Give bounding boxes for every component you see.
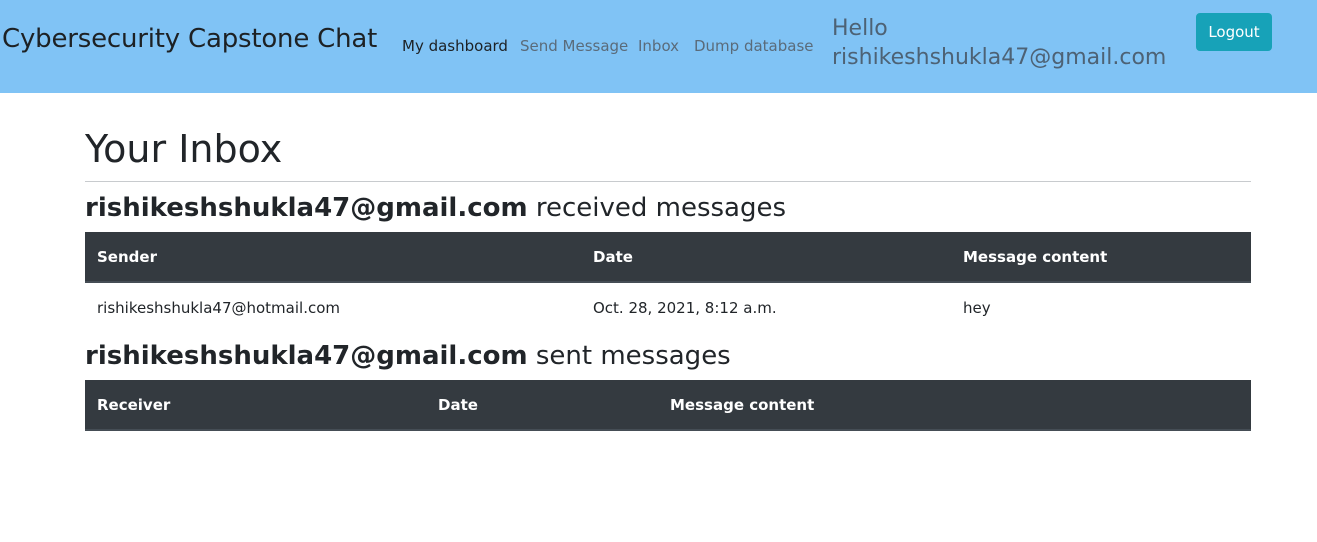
nav-inbox[interactable]: Inbox — [638, 37, 679, 55]
col-header-message-content: Message content — [658, 380, 1251, 431]
main-content: Your Inbox rishikeshshukla47@gmail.com r… — [85, 93, 1251, 431]
col-header-message-content: Message content — [951, 232, 1251, 283]
sent-heading-suffix: sent messages — [527, 341, 731, 371]
nav-dump-database[interactable]: Dump database — [694, 37, 814, 55]
received-heading-suffix: received messages — [527, 193, 787, 223]
table-header-row: Sender Date Message content — [85, 232, 1251, 283]
col-header-date: Date — [426, 380, 658, 431]
received-heading-user: rishikeshshukla47@gmail.com — [85, 193, 528, 223]
cell-message-content: hey — [963, 298, 991, 317]
greeting-hello: Hello — [832, 16, 888, 41]
title-divider — [85, 181, 1251, 182]
table-row: rishikeshshukla47@hotmail.com Oct. 28, 2… — [85, 282, 1251, 332]
cell-sender: rishikeshshukla47@hotmail.com — [97, 298, 340, 317]
brand-link[interactable]: Cybersecurity Capstone Chat — [2, 24, 377, 54]
col-header-sender: Sender — [85, 232, 581, 283]
sent-heading-user: rishikeshshukla47@gmail.com — [85, 341, 528, 371]
col-header-date: Date — [581, 232, 951, 283]
navbar: Cybersecurity Capstone Chat My dashboard… — [0, 0, 1317, 93]
sent-messages-table: Receiver Date Message content — [85, 380, 1251, 431]
table-header-row: Receiver Date Message content — [85, 380, 1251, 431]
nav-my-dashboard[interactable]: My dashboard — [402, 37, 508, 55]
received-heading: rishikeshshukla47@gmail.com received mes… — [85, 192, 1251, 224]
sent-heading: rishikeshshukla47@gmail.com sent message… — [85, 340, 1251, 372]
nav-send-message[interactable]: Send Message — [520, 37, 628, 55]
received-messages-table: Sender Date Message content rishikeshshu… — [85, 232, 1251, 332]
cell-date: Oct. 28, 2021, 8:12 a.m. — [593, 298, 777, 317]
greeting-email: rishikeshshukla47@gmail.com — [832, 45, 1167, 70]
col-header-receiver: Receiver — [85, 380, 426, 431]
user-greeting: Hello rishikeshshukla47@gmail.com — [832, 14, 1166, 72]
page-title: Your Inbox — [85, 127, 283, 171]
logout-button[interactable]: Logout — [1196, 13, 1272, 51]
